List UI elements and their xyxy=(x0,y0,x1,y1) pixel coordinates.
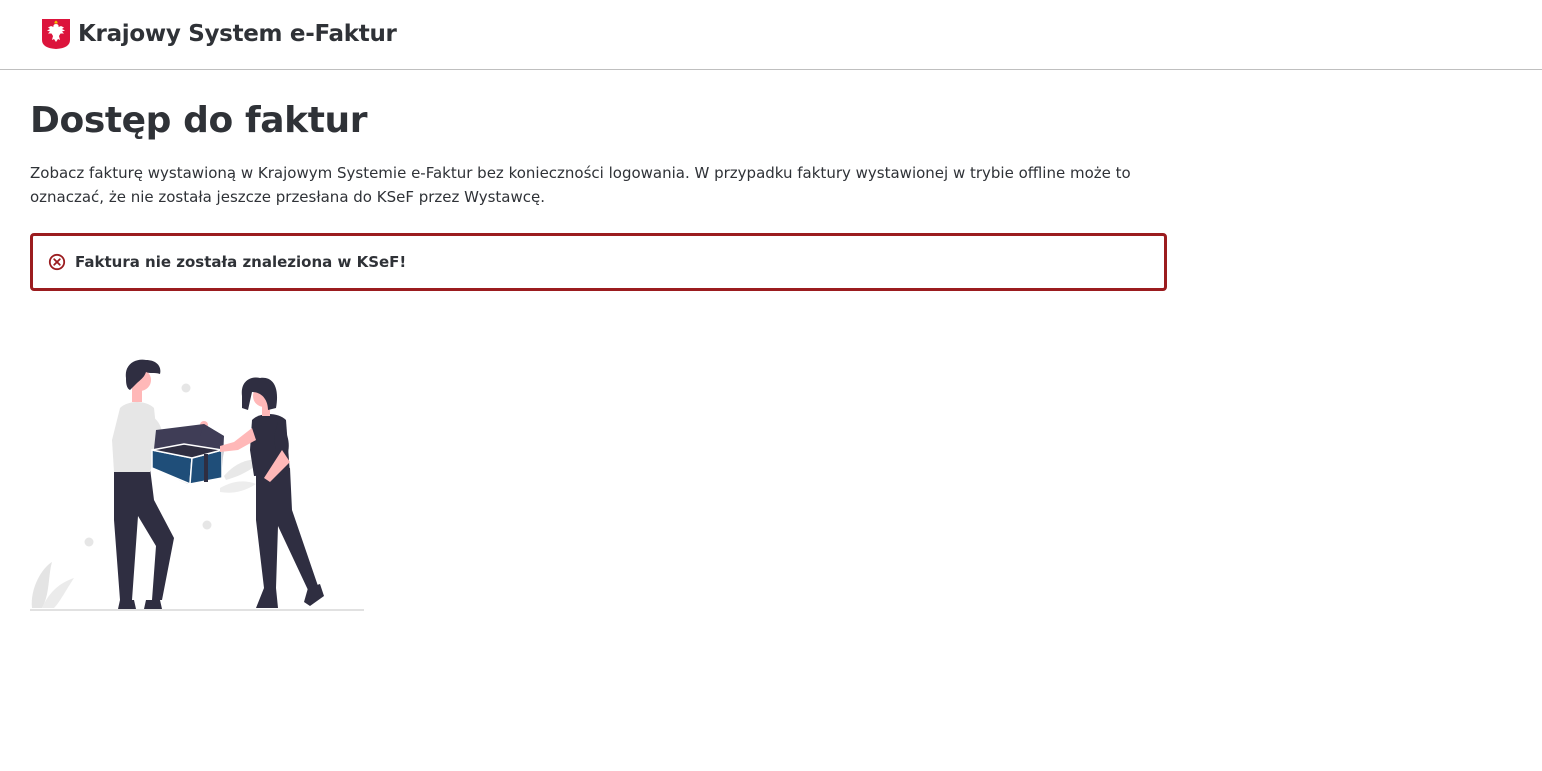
page-description: Zobacz fakturę wystawioną w Krajowym Sys… xyxy=(30,164,1131,206)
error-alert-message: Faktura nie została znaleziona w KSeF! xyxy=(75,253,407,271)
error-alert: Faktura nie została znaleziona w KSeF! xyxy=(30,233,1167,291)
page-title: Dostęp do faktur xyxy=(30,100,368,141)
top-header: Krajowy System e-Faktur xyxy=(0,0,1542,70)
error-circle-x-icon xyxy=(48,253,66,271)
two-people-handing-box-illustration xyxy=(30,359,364,611)
polish-eagle-emblem-icon[interactable] xyxy=(41,18,71,50)
app-title[interactable]: Krajowy System e-Faktur xyxy=(78,18,397,50)
